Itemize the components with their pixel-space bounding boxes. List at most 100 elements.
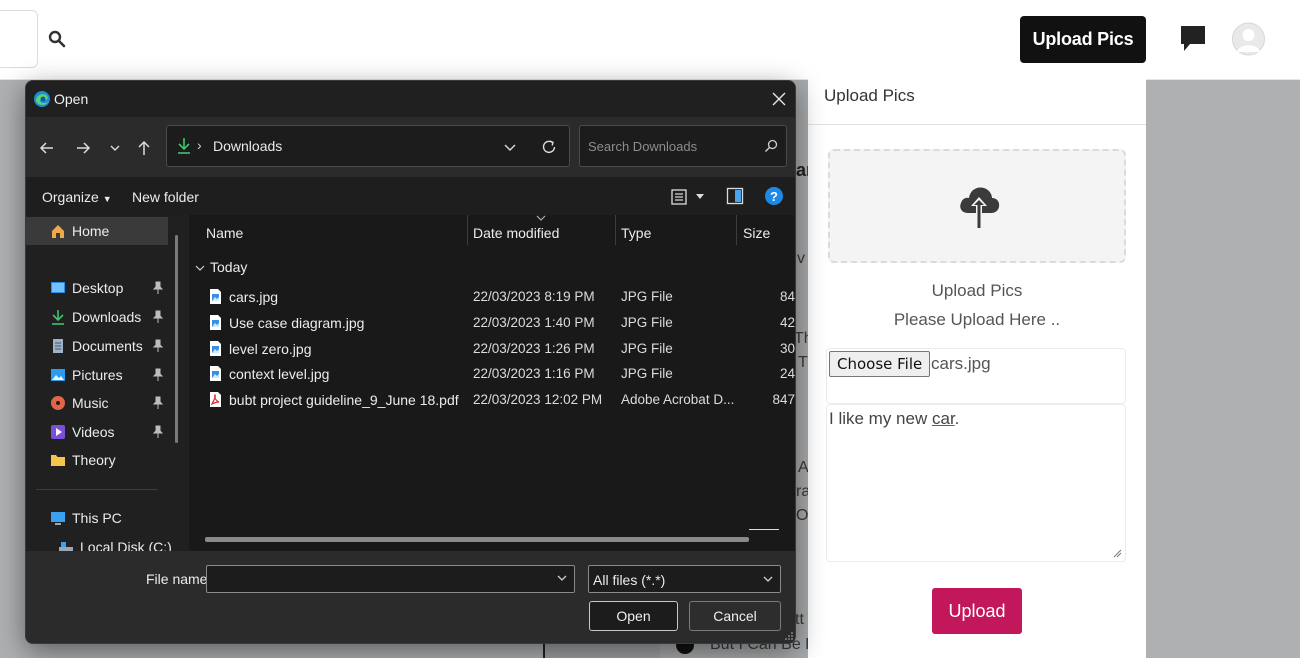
- downloads-arrow-icon: [178, 138, 190, 154]
- nav-item-this-pc[interactable]: This PC: [26, 504, 168, 532]
- edge-browser-icon: [34, 91, 50, 107]
- cancel-button[interactable]: Cancel: [689, 601, 781, 631]
- nav-item-theory[interactable]: Theory: [26, 446, 168, 474]
- nav-item-local-disk[interactable]: Local Disk (C:): [26, 533, 172, 551]
- column-header-type[interactable]: Type: [621, 225, 651, 241]
- nav-label: Local Disk (C:): [80, 539, 172, 551]
- nav-item-desktop[interactable]: Desktop: [26, 274, 168, 302]
- column-divider[interactable]: [615, 215, 616, 245]
- pin-icon[interactable]: [152, 339, 164, 353]
- nav-label: Theory: [72, 452, 116, 468]
- back-arrow-icon[interactable]: [38, 139, 56, 157]
- sort-indicator-icon: [536, 215, 546, 221]
- nav-label: Desktop: [72, 280, 124, 296]
- forward-arrow-icon[interactable]: [74, 139, 92, 157]
- horizontal-scrollbar[interactable]: [205, 537, 749, 542]
- upload-dropzone[interactable]: [828, 149, 1126, 263]
- close-icon[interactable]: [770, 90, 788, 108]
- upload-pics-nav-button[interactable]: Upload Pics: [1020, 16, 1146, 63]
- view-dropdown-icon[interactable]: [695, 191, 705, 201]
- nav-label: Pictures: [72, 367, 123, 383]
- address-history-chevron-icon[interactable]: [503, 140, 517, 154]
- nav-item-videos[interactable]: Videos: [26, 418, 168, 446]
- address-bar[interactable]: › Downloads: [166, 125, 570, 167]
- chat-icon[interactable]: [1180, 24, 1206, 54]
- file-row[interactable]: cars.jpg 22/03/2023 8:19 PM JPG File 84: [189, 284, 795, 310]
- file-date: 22/03/2023 12:02 PM: [473, 392, 603, 408]
- organize-menu[interactable]: Organize ▼: [42, 189, 112, 205]
- file-size: 847: [772, 392, 795, 408]
- refresh-icon[interactable]: [540, 138, 558, 156]
- upload-subheading: Please Upload Here ..: [893, 310, 1061, 329]
- up-arrow-icon[interactable]: [135, 139, 153, 157]
- file-size: 30: [779, 340, 795, 356]
- pin-icon[interactable]: [152, 310, 164, 324]
- address-folder[interactable]: Downloads: [213, 138, 282, 154]
- file-type: JPG File: [621, 314, 673, 330]
- search-icon[interactable]: [764, 139, 778, 153]
- computer-icon: [51, 512, 65, 525]
- file-type: JPG File: [621, 289, 673, 304]
- file-name-input[interactable]: [206, 565, 575, 593]
- nav-label: This PC: [72, 510, 122, 526]
- file-name: context level.jpg: [229, 366, 330, 383]
- choose-file-button[interactable]: Choose File: [829, 351, 931, 377]
- image-file-icon: [210, 289, 221, 304]
- column-header-date[interactable]: Date modified: [473, 225, 559, 241]
- column-header-name[interactable]: Name: [206, 225, 243, 241]
- nav-item-music[interactable]: Music: [26, 389, 168, 417]
- nav-scrollbar[interactable]: [175, 235, 178, 443]
- collapse-chevron-icon[interactable]: [195, 263, 205, 273]
- recent-locations-chevron-icon[interactable]: [106, 139, 124, 157]
- file-row[interactable]: level zero.jpg 22/03/2023 1:26 PM JPG File…: [189, 336, 795, 362]
- open-button[interactable]: Open: [589, 601, 678, 631]
- file-type-filter-select[interactable]: All files (*.*): [588, 565, 781, 593]
- nav-item-documents[interactable]: Documents: [26, 332, 168, 360]
- panel-divider: [808, 124, 1146, 125]
- avatar-icon[interactable]: [1232, 21, 1265, 57]
- view-options-icon[interactable]: [670, 188, 688, 206]
- resize-grip-icon[interactable]: [1113, 549, 1122, 558]
- file-date: 22/03/2023 1:16 PM: [473, 366, 595, 382]
- dialog-titlebar[interactable]: Open: [26, 81, 795, 117]
- organize-label: Organize: [42, 189, 99, 205]
- file-date: 22/03/2023 1:40 PM: [473, 314, 595, 330]
- nav-item-pictures[interactable]: Pictures: [26, 361, 168, 389]
- caption-textarea[interactable]: I like my new car.: [826, 404, 1126, 562]
- file-row[interactable]: context level.jpg 22/03/2023 1:16 PM JPG F…: [189, 361, 795, 387]
- file-row[interactable]: bubt project guideline_9_June 18.pdf 22/0…: [189, 387, 795, 413]
- nav-item-downloads[interactable]: Downloads: [26, 303, 168, 331]
- nav-item-home[interactable]: Home: [26, 217, 168, 245]
- pin-icon[interactable]: [152, 368, 164, 382]
- dialog-bottom-bar: File name: All files (*.*) Open Cancel: [26, 551, 795, 643]
- file-row[interactable]: Use case diagram.jpg 22/03/2023 1:40 PM JP…: [189, 310, 795, 336]
- scroll-end-marker: [749, 529, 779, 530]
- column-divider[interactable]: [736, 215, 737, 245]
- file-size: 24: [779, 366, 795, 382]
- help-icon[interactable]: ?: [764, 186, 784, 206]
- nav-label: Downloads: [72, 309, 142, 325]
- file-input-row: Choose File cars.jpg: [826, 348, 1126, 404]
- search-downloads-input[interactable]: Search Downloads: [579, 125, 787, 167]
- search-icon[interactable]: [48, 30, 66, 48]
- site-search-input[interactable]: [0, 10, 38, 68]
- new-folder-button[interactable]: New folder: [132, 189, 199, 205]
- upload-submit-button[interactable]: Upload: [932, 588, 1022, 634]
- downloads-icon: [52, 310, 64, 325]
- filter-dropdown-icon[interactable]: [762, 573, 774, 585]
- navigation-pane: Home Desktop Downloads Documents Picture…: [26, 215, 186, 551]
- pin-icon[interactable]: [152, 281, 164, 295]
- pin-icon[interactable]: [152, 425, 164, 439]
- file-size: 84: [779, 289, 795, 304]
- pin-icon[interactable]: [152, 396, 164, 410]
- cloud-upload-icon: [960, 187, 1000, 229]
- upload-pics-panel: Upload Pics Upload Pics Please Upload He…: [808, 66, 1146, 658]
- image-file-icon: [210, 314, 221, 330]
- preview-pane-icon[interactable]: [726, 187, 744, 205]
- background-text-fragment: tt: [795, 611, 804, 628]
- file-name-dropdown-icon[interactable]: [556, 572, 568, 584]
- file-type-filter-value: All files (*.*): [593, 572, 666, 588]
- resize-grip-icon[interactable]: [784, 631, 794, 641]
- column-divider[interactable]: [467, 215, 468, 245]
- column-header-size[interactable]: Size: [743, 225, 770, 241]
